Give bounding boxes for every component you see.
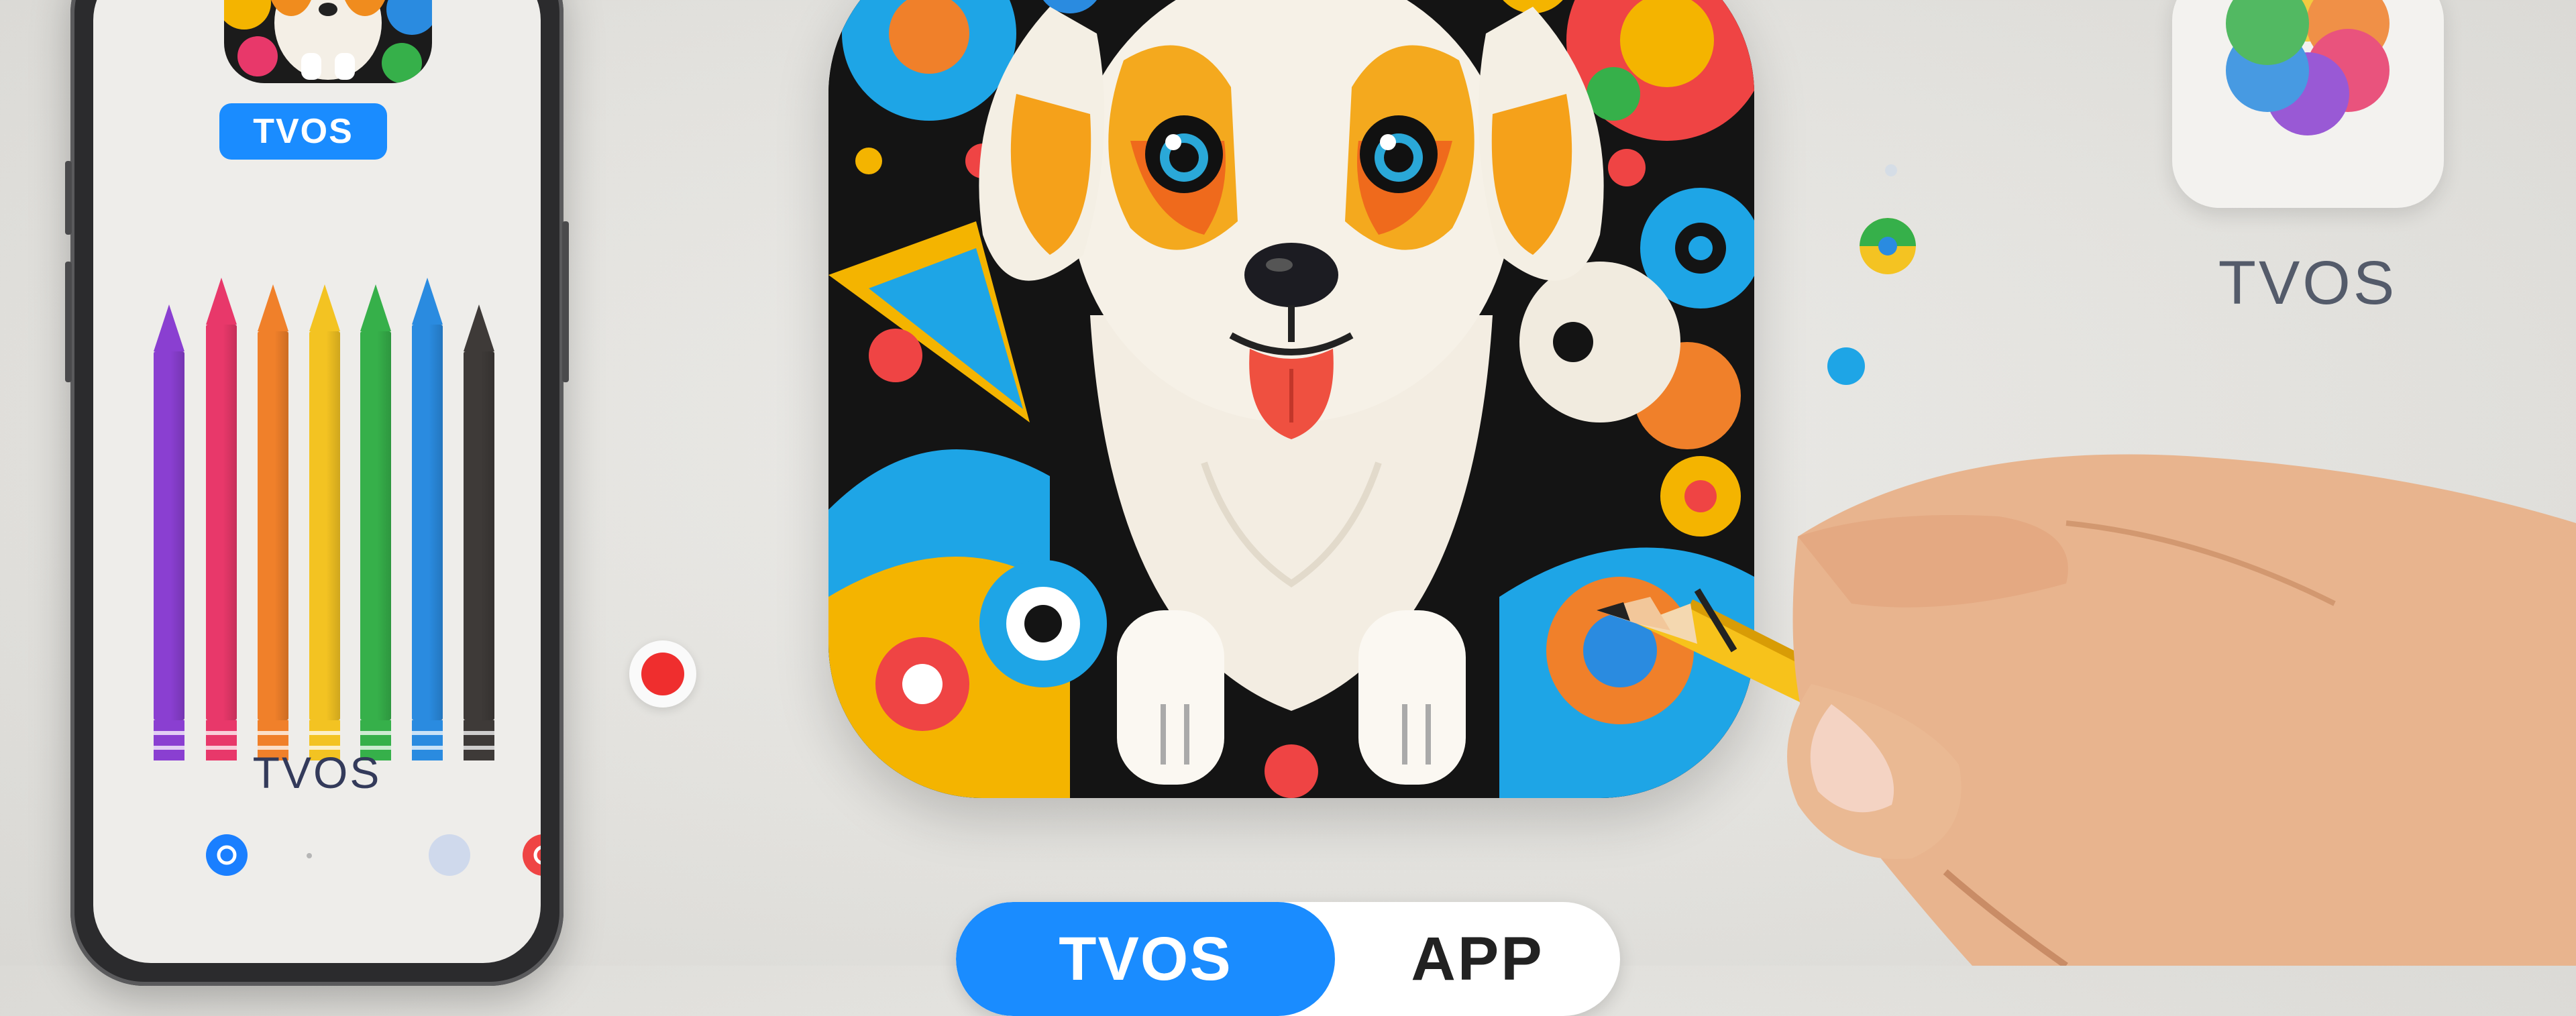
floating-dot-multicolor (1860, 218, 1916, 274)
record-dot (629, 640, 696, 708)
phone-tvos-badge[interactable]: TVOS (219, 103, 387, 160)
dock-app-icon[interactable] (523, 834, 541, 876)
colored-pencil (206, 278, 237, 760)
phone-side-button (65, 161, 72, 235)
colored-pencil (412, 278, 443, 760)
colored-pencils (154, 244, 529, 760)
colored-pencil (360, 284, 391, 760)
toggle-option-tvos[interactable]: TVOS (956, 902, 1335, 1016)
phone-screen: TVOS TVOS (93, 0, 541, 963)
tvos-app-toggle[interactable]: TVOS APP (956, 902, 1620, 1016)
colored-pencil (258, 284, 288, 760)
colored-pencil (154, 304, 184, 760)
flower-icon (2226, 0, 2390, 135)
page-indicator-dot (307, 853, 312, 858)
dock-app-icon[interactable] (429, 834, 470, 876)
mini-dog-app-icon[interactable] (224, 0, 432, 83)
phone-mockup: TVOS TVOS (65, 0, 569, 986)
right-tvos-label: TVOS (2218, 249, 2398, 317)
phone-tvos-label: TVOS (252, 748, 382, 797)
colored-pencil (309, 284, 340, 760)
hand-with-pencil (1597, 454, 2576, 966)
toggle-option-app[interactable]: APP (1335, 902, 1620, 1016)
floating-dot-blue (1827, 347, 1865, 385)
photos-style-app-icon[interactable] (2172, 0, 2444, 208)
colored-pencil (464, 304, 494, 760)
phone-power-button (562, 221, 569, 382)
floating-dot (1885, 164, 1897, 176)
dock-app-icon[interactable] (206, 834, 248, 876)
phone-volume-button (65, 262, 72, 382)
